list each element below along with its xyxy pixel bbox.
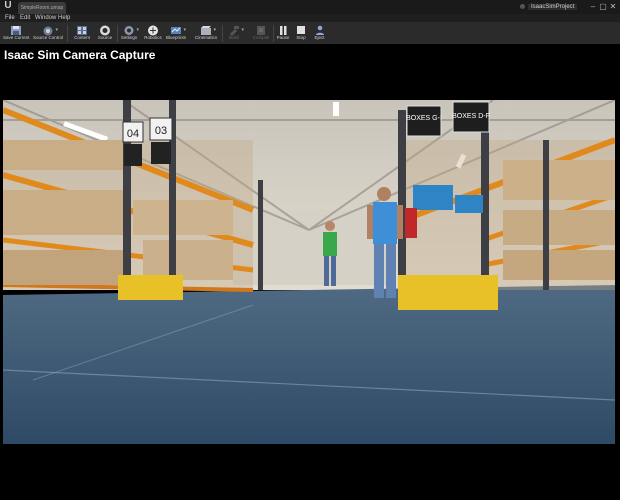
- source-control-button[interactable]: ▾ Source Control: [33, 23, 63, 44]
- pause-icon: [277, 23, 289, 35]
- level-tab[interactable]: SimpleRoom.umap: [18, 2, 66, 14]
- blueprints-icon: ▾: [170, 23, 186, 34]
- toolbar-divider: [222, 25, 223, 42]
- toolbar-divider: [273, 25, 274, 42]
- robotics-icon: [147, 23, 159, 36]
- project-name: IsaacSimProject: [528, 4, 578, 10]
- eject-button[interactable]: Eject: [312, 23, 327, 44]
- unreal-logo-icon[interactable]: U: [2, 0, 14, 12]
- project-badge: IsaacSimProject: [520, 2, 590, 12]
- aisle-sign-boxes-d-f: BOXES D-F: [452, 113, 490, 120]
- source-icon: [99, 23, 111, 36]
- menu-window[interactable]: Window: [35, 14, 56, 22]
- save-icon: [10, 23, 22, 35]
- pause-button[interactable]: Pause: [275, 23, 291, 44]
- blueprints-button[interactable]: ▾ Blueprints: [164, 23, 188, 44]
- maximize-button[interactable]: ▢: [598, 1, 608, 12]
- compile-button[interactable]: Compile: [250, 23, 272, 44]
- toolbar-divider: [117, 25, 118, 42]
- minimize-button[interactable]: –: [588, 1, 598, 12]
- build-icon: ▾: [228, 23, 244, 36]
- cinematics-button[interactable]: ▾ Cinematics: [193, 23, 219, 44]
- source-control-icon: ▾: [42, 23, 58, 36]
- menu-help[interactable]: Help: [58, 14, 70, 22]
- close-button[interactable]: ✕: [608, 1, 618, 12]
- toolbar: Save Current ▾ Source Control Content So…: [0, 22, 620, 45]
- title-bar: U SimpleRoom.umap IsaacSimProject – ▢ ✕: [0, 0, 620, 14]
- stop-button[interactable]: Stop: [294, 23, 308, 44]
- settings-icon: ▾: [123, 23, 139, 35]
- aisle-sign-boxes-g-i: BOXES G-I: [406, 115, 442, 122]
- content-button[interactable]: Content: [71, 23, 93, 44]
- settings-button[interactable]: ▾ Settings: [119, 23, 139, 44]
- project-icon: [520, 3, 525, 9]
- camera-capture-image: 04 03 BOXES G-I BOXES D-F: [3, 100, 615, 444]
- menu-file[interactable]: File: [5, 14, 15, 22]
- menu-edit[interactable]: Edit: [20, 14, 30, 22]
- build-button[interactable]: ▾ Build: [225, 23, 244, 44]
- aisle-sign-04: 04: [127, 128, 139, 140]
- stop-icon: [295, 23, 307, 34]
- menu-bar: File Edit Window Help: [0, 14, 620, 22]
- aisle-sign-03: 03: [155, 125, 167, 137]
- viewport-caption: Isaac Sim Camera Capture: [4, 48, 156, 62]
- compile-icon: [255, 23, 267, 35]
- eject-icon: [314, 23, 326, 35]
- source-button[interactable]: Source: [95, 23, 115, 44]
- content-icon: [76, 23, 88, 35]
- robotics-button[interactable]: Robotics: [144, 23, 162, 44]
- toolbar-divider: [67, 25, 68, 42]
- cinematics-icon: ▾: [200, 23, 216, 35]
- save-current-button[interactable]: Save Current: [3, 23, 30, 44]
